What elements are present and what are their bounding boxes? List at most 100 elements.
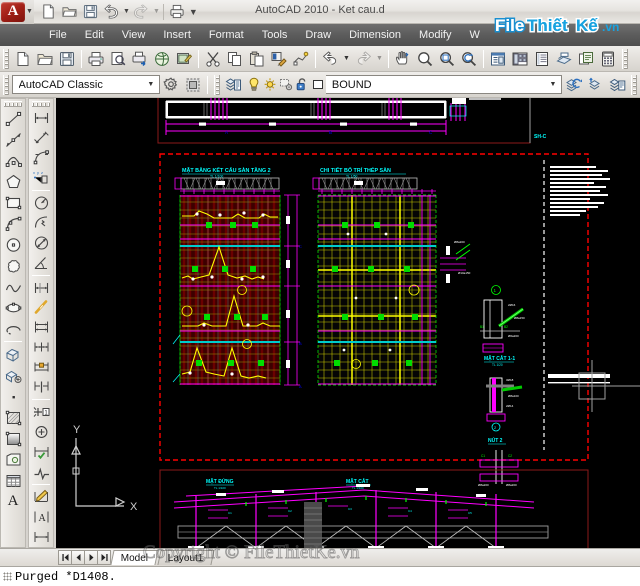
dimension-text-edit-icon[interactable]: A: [30, 507, 52, 527]
ellipse-arc-icon[interactable]: [2, 318, 24, 339]
diameter-dimension-icon[interactable]: [30, 233, 52, 253]
markup-icon[interactable]: [173, 48, 195, 70]
redo-icon[interactable]: [352, 48, 374, 70]
dimension-space-icon[interactable]: [30, 357, 52, 377]
layer-on-lightbulb-icon[interactable]: [247, 77, 262, 93]
insert-block-icon[interactable]: [2, 344, 24, 365]
qat-new-file-button[interactable]: [38, 2, 58, 22]
dimension-update-icon[interactable]: [30, 527, 52, 547]
arc-icon[interactable]: [2, 213, 24, 234]
block-editor-icon[interactable]: [290, 48, 312, 70]
construction-line-icon[interactable]: [2, 129, 24, 150]
match-properties-icon[interactable]: [268, 48, 290, 70]
baseline-dimension-icon[interactable]: [30, 317, 52, 337]
chevron-down-icon[interactable]: ▼: [546, 81, 559, 88]
center-mark-icon[interactable]: 1: [30, 402, 52, 422]
layer-make-current-icon[interactable]: [584, 74, 606, 96]
plot-preview-icon[interactable]: [107, 48, 129, 70]
previous-layout-icon[interactable]: [71, 550, 85, 565]
dimension-toolbar-grip[interactable]: [32, 101, 50, 107]
menu-format[interactable]: Format: [200, 26, 253, 44]
designcenter-icon[interactable]: [509, 48, 531, 70]
tool-palettes-icon[interactable]: [531, 48, 553, 70]
dimension-center-icon[interactable]: [30, 422, 52, 442]
polygon-icon[interactable]: [2, 171, 24, 192]
radius-dimension-icon[interactable]: [30, 193, 52, 213]
gradient-icon[interactable]: [2, 428, 24, 449]
tab-model[interactable]: Model: [110, 550, 159, 565]
spline-icon[interactable]: [2, 276, 24, 297]
new-icon[interactable]: [12, 48, 34, 70]
point-icon[interactable]: [2, 386, 24, 407]
zoom-realtime-icon[interactable]: [414, 48, 436, 70]
first-layout-icon[interactable]: [58, 550, 72, 565]
layer-toolbar-grip-end[interactable]: [631, 74, 637, 95]
zoom-window-icon[interactable]: [436, 48, 458, 70]
chevron-down-icon[interactable]: ▼: [144, 81, 157, 88]
revision-cloud-icon[interactable]: [2, 255, 24, 276]
dimension-break-icon[interactable]: [30, 377, 52, 397]
make-block-icon[interactable]: [2, 365, 24, 386]
layer-vp-freeze-icon[interactable]: [279, 77, 294, 93]
quick-dimension-icon[interactable]: [30, 278, 52, 298]
menu-edit[interactable]: Edit: [76, 26, 113, 44]
layer-color-swatch[interactable]: [311, 77, 326, 93]
menu-window[interactable]: W: [460, 26, 488, 44]
ordinate-dimension-icon[interactable]: xyz: [30, 168, 52, 188]
command-line-grip[interactable]: [3, 572, 12, 581]
application-menu-button[interactable]: A ▼: [0, 0, 34, 24]
chevron-down-icon[interactable]: ▼: [26, 8, 33, 15]
command-line[interactable]: Purged *D1408.: [0, 566, 640, 586]
tab-layout1[interactable]: Layout1: [157, 550, 215, 565]
calculator-icon[interactable]: [597, 48, 619, 70]
toolbar-grip[interactable]: [3, 48, 9, 69]
dimension-edit-icon[interactable]: [30, 487, 52, 507]
cut-icon[interactable]: [202, 48, 224, 70]
line-icon[interactable]: [2, 108, 24, 129]
qat-undo-button[interactable]: [101, 2, 121, 22]
last-layout-icon[interactable]: [97, 550, 111, 565]
qat-redo-dropdown-icon[interactable]: ▼: [153, 8, 160, 15]
qat-customize-icon[interactable]: ▼: [189, 7, 198, 17]
region-icon[interactable]: [2, 449, 24, 470]
dimension-jogline-icon[interactable]: [30, 462, 52, 482]
menu-view[interactable]: View: [113, 26, 155, 44]
arc-length-dimension-icon[interactable]: [30, 148, 52, 168]
toolbar-grip-end[interactable]: [622, 48, 628, 69]
pan-icon[interactable]: [392, 48, 414, 70]
layer-match-icon[interactable]: [606, 74, 628, 96]
aligned-dimension-icon[interactable]: [30, 128, 52, 148]
menu-draw[interactable]: Draw: [296, 26, 340, 44]
jogged-dimension-icon[interactable]: [30, 213, 52, 233]
publish-icon[interactable]: [129, 48, 151, 70]
circle-icon[interactable]: [2, 234, 24, 255]
properties-icon[interactable]: [487, 48, 509, 70]
menu-insert[interactable]: Insert: [154, 26, 200, 44]
table-icon[interactable]: [2, 470, 24, 491]
layer-combo[interactable]: BOUND ▼: [325, 75, 563, 94]
external-references-icon[interactable]: [575, 48, 597, 70]
qat-redo-button[interactable]: [131, 2, 151, 22]
multiline-text-icon[interactable]: A: [2, 491, 24, 512]
sheet-set-icon[interactable]: [553, 48, 575, 70]
tolerance-icon[interactable]: [30, 298, 52, 318]
dimension-inspect-icon[interactable]: [30, 442, 52, 462]
layer-toolbar-grip[interactable]: [214, 74, 220, 95]
angular-dimension-icon[interactable]: [30, 253, 52, 273]
redo-dropdown-icon[interactable]: ▼: [374, 48, 385, 70]
paste-icon[interactable]: [246, 48, 268, 70]
continue-dimension-icon[interactable]: [30, 337, 52, 357]
linear-dimension-icon[interactable]: [30, 108, 52, 128]
drawing-canvas[interactable]: ABC SH-C MẶT BẰNG KẾT CẤU SÀN TẦNG 2 TL …: [56, 98, 640, 548]
menu-modify[interactable]: Modify: [410, 26, 460, 44]
zoom-previous-icon[interactable]: [458, 48, 480, 70]
workspace-toolbar-grip[interactable]: [3, 74, 9, 95]
workspace-settings-icon[interactable]: [160, 74, 182, 96]
menu-dimension[interactable]: Dimension: [340, 26, 410, 44]
layer-unlock-icon[interactable]: [295, 77, 310, 93]
qat-save-button[interactable]: [80, 2, 100, 22]
open-icon[interactable]: [34, 48, 56, 70]
workspace-combo[interactable]: AutoCAD Classic ▼: [11, 75, 161, 94]
plot-icon[interactable]: [85, 48, 107, 70]
rectangle-icon[interactable]: [2, 192, 24, 213]
